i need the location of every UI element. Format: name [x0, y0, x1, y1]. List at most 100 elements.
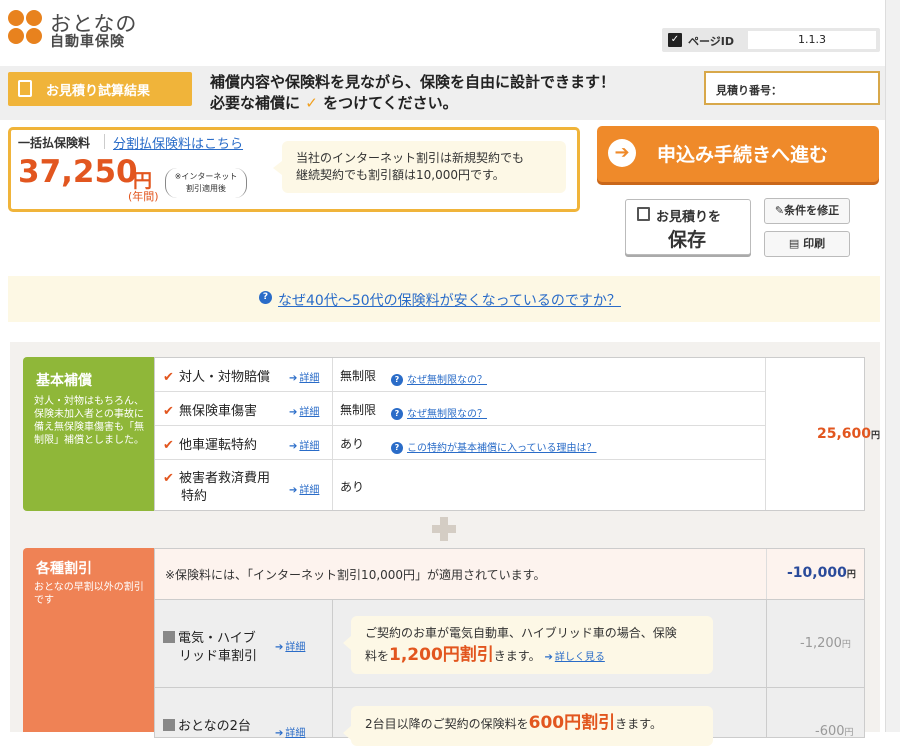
coverage-name: 対人・対物賠償: [179, 370, 271, 385]
bubble-line2: 料を1,200円割引きます。 詳しく見る: [365, 644, 699, 669]
bubble-line2: 継続契約でも割引額は10,000円です。: [296, 168, 505, 182]
faq-banner: ? なぜ40代〜50代の保険料が安くなっているのですか？: [8, 276, 880, 322]
discounts-desc: おとなの早割以外の割引です: [34, 582, 144, 606]
coverage-name-line2: 特約: [181, 489, 208, 504]
internet-discount-note: ※インターネット 割引適用後: [165, 168, 247, 198]
detail-link[interactable]: 詳細: [289, 403, 319, 418]
internet-discount-amount-wrap: -10,000円: [787, 565, 856, 581]
premium-amount: 37,250: [18, 154, 138, 190]
discounts-title: 各種割引: [36, 561, 92, 577]
discount-name[interactable]: おとなの2台: [163, 715, 251, 734]
save-label-line1: お見積りを: [656, 210, 722, 225]
discounts-header: 各種割引 おとなの早割以外の割引です: [23, 548, 154, 732]
checkbox-icon: ✓: [668, 33, 682, 47]
calculator-icon: [18, 80, 32, 97]
apply-button[interactable]: ➔ 申込み手続きへ進む: [597, 126, 879, 182]
coverage-value: あり: [340, 480, 365, 494]
rider-reason-link[interactable]: ? この特約が基本補償に入っている理由は？: [391, 436, 597, 455]
checkbox[interactable]: [163, 719, 175, 731]
result-tag: お見積り試算結果: [8, 72, 192, 106]
print-label: 印刷: [803, 237, 826, 250]
detail-link[interactable]: 詳細: [289, 369, 319, 384]
divider: [104, 134, 105, 149]
coverage-value: あり: [340, 437, 365, 451]
arrow-right-icon: ➔: [608, 139, 636, 167]
bubble-line1: ご契約のお車が電気自動車、ハイブリッド車の場合、保険: [365, 626, 677, 640]
question-icon: ?: [391, 442, 403, 454]
detail-link[interactable]: 詳細: [289, 481, 319, 496]
apply-button-label: 申込み手続きへ進む: [657, 144, 829, 166]
instruction-line2-pre: 必要な補償に: [210, 94, 301, 112]
discount-amount: -1,200: [800, 636, 842, 651]
print-button[interactable]: ▤ 印刷: [764, 231, 850, 257]
rider-reason-text: この特約が基本補償に入っている理由は？: [407, 443, 597, 454]
basic-coverage-title: 基本補償: [36, 373, 92, 389]
question-icon: ?: [259, 291, 272, 304]
discount-name-line1: 電気・ハイブ: [178, 631, 256, 646]
discount-unit: 円: [844, 728, 854, 738]
checkmark-icon: ✓: [305, 94, 318, 112]
why-unlimited-link[interactable]: ? なぜ無制限なの？: [391, 402, 487, 421]
learn-more-link[interactable]: 詳しく見る: [544, 652, 605, 663]
check-icon: ✔: [163, 404, 174, 419]
page-id-label: ページID: [688, 35, 735, 48]
bubble-line1: 当社のインターネット割引は新規契約でも: [296, 151, 525, 165]
edit-conditions-label: 条件を修正: [784, 204, 840, 217]
edit-conditions-button[interactable]: ✎条件を修正: [764, 198, 850, 224]
logo-text-line2[interactable]: 自動車保険: [50, 31, 125, 51]
bubble-highlight: 600円割引: [528, 713, 616, 733]
save-quote-button[interactable]: お見積りを 保存: [625, 199, 751, 255]
site-header: おとなの 自動車保険 ✓ ページID 1.1.3: [0, 0, 900, 66]
bubble-post: きます。: [493, 649, 541, 663]
coverage-row: ✔ 被害者救済費用: [163, 467, 270, 486]
internet-discount-unit: 円: [846, 570, 856, 580]
installment-link[interactable]: 分割払保険料はこちら: [113, 133, 243, 152]
why-unlimited-link[interactable]: ? なぜ無制限なの？: [391, 368, 487, 387]
pencil-icon: ✎: [774, 204, 785, 217]
check-icon: ✔: [163, 471, 174, 486]
coverage-name: 他車運転特約: [179, 438, 258, 453]
plus-icon: [432, 517, 456, 541]
discount-bubble: ご契約のお車が電気自動車、ハイブリッド車の場合、保険 料を1,200円割引きます…: [343, 616, 713, 674]
bubble-post: きます。: [615, 717, 662, 731]
checkbox[interactable]: [163, 631, 175, 643]
basic-coverage-desc: 対人・対物はもちろん、保険未加入者との事故に備え無保険車傷害も「無制限」補償とし…: [34, 396, 144, 446]
coverage-value: 無制限: [340, 369, 377, 383]
save-icon: [637, 207, 650, 221]
internet-discount-row: ※保険料には、「インターネット割引10,000円」が適用されています。 -10,…: [154, 548, 865, 600]
discount-amount-wrap: -1,200円: [800, 636, 851, 651]
coverage-name: 被害者救済費用: [179, 471, 271, 486]
scrollbar[interactable]: [885, 0, 900, 732]
check-icon: ✔: [163, 370, 174, 385]
check-icon: ✔: [163, 438, 174, 453]
note-line2: 割引適用後: [186, 184, 226, 193]
detail-link[interactable]: 詳細: [275, 638, 305, 653]
instruction-line2-post: をつけてください。: [323, 94, 458, 112]
basic-coverage-table: ✔ 対人・対物賠償 詳細 無制限 ? なぜ無制限なの？ ✔ 無保険車傷害 詳細 無…: [154, 357, 865, 511]
coverage-row: ✔ 他車運転特約: [163, 434, 257, 453]
premium-per-year: (年間): [128, 190, 159, 203]
quote-number-box: 見積り番号：: [704, 71, 880, 105]
bubble-pre: 2台目以降のご契約の保険料を: [365, 717, 529, 731]
page-id-box: ✓ ページID 1.1.3: [662, 28, 880, 52]
logo-dots-icon: [8, 10, 44, 46]
bubble-highlight: 1,200円割引: [389, 645, 494, 665]
detail-link[interactable]: 詳細: [289, 437, 319, 452]
result-tag-label: お見積り試算結果: [46, 84, 151, 99]
basic-coverage-total: 25,600円: [817, 426, 880, 442]
discount-name-line2: リッド車割引: [179, 649, 258, 664]
note-line1: ※インターネット: [174, 172, 238, 181]
faq-link[interactable]: なぜ40代〜50代の保険料が安くなっているのですか？: [278, 290, 621, 310]
instruction-line1: 補償内容や保険料を見ながら、保険を自由に設計できます！: [210, 73, 616, 91]
bubble-pre: 料を: [365, 649, 390, 663]
internet-discount-text: ※保険料には、「インターネット割引10,000円」が適用されています。: [165, 568, 546, 582]
internet-discount-amount: -10,000: [787, 565, 847, 581]
question-icon: ?: [391, 374, 403, 386]
instruction-line2: 必要な補償に ✓ をつけてください。: [210, 92, 458, 113]
basic-total-amount: 25,600: [817, 426, 872, 442]
basic-coverage-header: 基本補償 対人・対物はもちろん、保険未加入者との事故に備え無保険車傷害も「無制限…: [23, 357, 154, 511]
discount-unit: 円: [841, 640, 851, 650]
discount-bubble: 2台目以降のご契約の保険料を600円割引きます。: [343, 706, 713, 746]
discount-name[interactable]: 電気・ハイブ: [163, 627, 256, 646]
why-unlimited-text: なぜ無制限なの？: [407, 409, 487, 420]
